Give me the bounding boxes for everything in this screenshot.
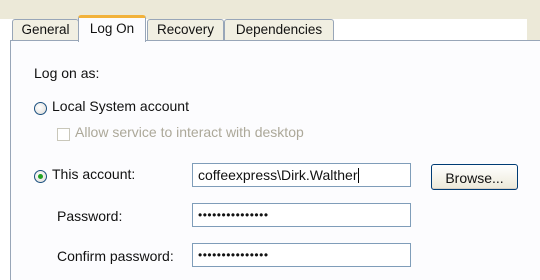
password-field[interactable]: •••••••••••••••: [192, 203, 411, 227]
account-field[interactable]: coffeexpress\Dirk.Walther: [192, 163, 411, 187]
log-on-as-heading: Log on as:: [34, 65, 100, 81]
radio-selected-dot: [38, 174, 43, 179]
this-account-radio[interactable]: [34, 170, 47, 183]
password-label: Password:: [57, 208, 123, 224]
this-account-label[interactable]: This account:: [52, 166, 135, 182]
tab-bar: General Log On Recovery Dependencies: [0, 0, 540, 42]
account-field-value: coffeexpress\Dirk.Walther: [198, 167, 358, 183]
browse-button[interactable]: Browse...: [431, 164, 518, 190]
confirm-password-label: Confirm password:: [57, 248, 174, 264]
tab-log-on[interactable]: Log On: [78, 15, 146, 42]
tab-general[interactable]: General: [12, 19, 79, 40]
tab-recovery[interactable]: Recovery: [147, 19, 224, 40]
text-caret: [357, 168, 359, 183]
tab-dependencies[interactable]: Dependencies: [224, 19, 334, 40]
confirm-password-field[interactable]: •••••••••••••••: [192, 243, 411, 267]
local-system-label[interactable]: Local System account: [52, 98, 189, 114]
allow-interact-label[interactable]: Allow service to interact with desktop: [75, 124, 304, 140]
allow-interact-checkbox[interactable]: [57, 128, 70, 141]
local-system-radio[interactable]: [34, 102, 47, 115]
